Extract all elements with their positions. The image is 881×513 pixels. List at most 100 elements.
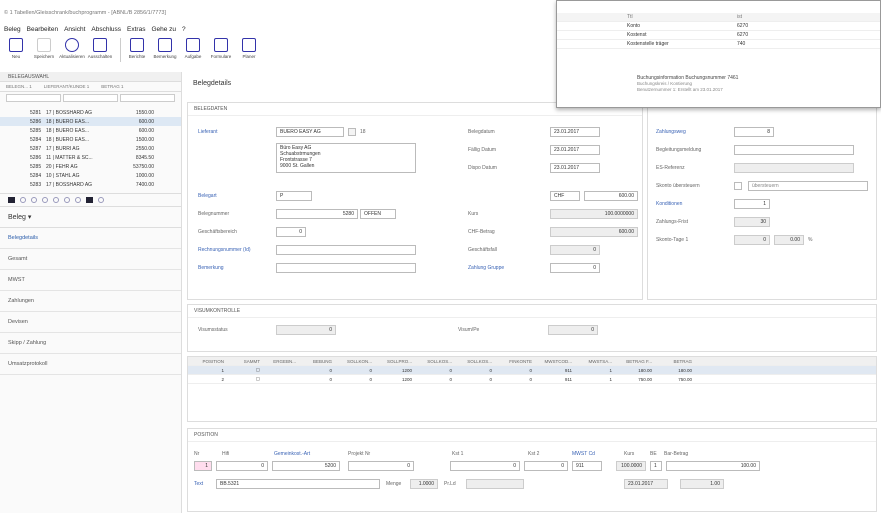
grid-icon[interactable]: [8, 197, 15, 203]
filter-betrag-input[interactable]: [120, 94, 175, 102]
table-row[interactable]: 1 ▢ 0 0 1200 0 0 0 911 1 180.00 180.00: [188, 366, 876, 375]
col-betrag[interactable]: BETRAG 1: [101, 84, 123, 89]
chevron-down-icon[interactable]: ▾: [28, 214, 32, 221]
geschaeftsbereich-field[interactable]: 0: [276, 227, 306, 237]
table-header-cell[interactable]: MWSTCOD...: [536, 359, 576, 364]
list-item[interactable]: 5287 17 | BURRI AG 2550.00: [0, 144, 181, 153]
list-item[interactable]: 5284 10 | STAHL AG 1000.00: [0, 171, 181, 180]
menu-help[interactable]: ?: [182, 26, 186, 33]
list-item[interactable]: 5281 17 | BOSSHARD AG 1550.00: [0, 108, 181, 117]
belegdatum-field[interactable]: 23.01.2017: [550, 127, 600, 137]
faellig-field[interactable]: 23.01.2017: [550, 145, 600, 155]
frist-field[interactable]: 30: [734, 217, 770, 227]
pos-kst1-field[interactable]: 0: [450, 461, 520, 471]
menu-bearbeiten[interactable]: Bearbeiten: [27, 26, 58, 33]
table-row[interactable]: 2 ▢ 0 0 1200 0 0 0 911 1 750.00 750.00: [188, 375, 876, 384]
pos-hifi-field[interactable]: 0: [216, 461, 268, 471]
task-button[interactable]: Aufgabe: [181, 38, 205, 66]
visum-field[interactable]: 0: [276, 325, 336, 335]
zahlungsweg-field[interactable]: 8: [734, 127, 774, 137]
list-item[interactable]: 5285 18 | BUERO EAS... 600.00: [0, 126, 181, 135]
nav-mwst[interactable]: MWST: [0, 270, 181, 291]
lieferant-lookup-button[interactable]: [348, 128, 356, 136]
nav-gesamt[interactable]: Gesamt: [0, 249, 181, 270]
nav-skipp[interactable]: Skipp / Zahlung: [0, 333, 181, 354]
list-item[interactable]: 5286 18 | BUERO EAS... 600.00: [0, 117, 181, 126]
erfasst-field[interactable]: 23.01.2017: [550, 163, 600, 173]
kurs-field[interactable]: 100.0000000: [550, 209, 638, 219]
circle-icon[interactable]: [75, 197, 81, 203]
nav-devisen[interactable]: Devisen: [0, 312, 181, 333]
nav-zahlungen[interactable]: Zahlungen: [0, 291, 181, 312]
off-button[interactable]: Ausschalten: [88, 38, 112, 66]
pos-be-field[interactable]: 1: [650, 461, 662, 471]
filter-icon[interactable]: [53, 197, 59, 203]
nav-umsatzprotokoll[interactable]: Umsatzprotokoll: [0, 354, 181, 375]
pos-betrag-field[interactable]: 100.00: [666, 461, 760, 471]
pos-menge-field[interactable]: 1.0000: [410, 479, 438, 489]
table-header-cell[interactable]: SOLLKOS...: [456, 359, 496, 364]
chf-field[interactable]: 600.00: [550, 227, 638, 237]
filter-lieferant-input[interactable]: [63, 94, 118, 102]
bemerkung-field[interactable]: [276, 263, 416, 273]
table-header-cell[interactable]: SOLLKOS...: [416, 359, 456, 364]
pos-gemeinkost-field[interactable]: 5200: [272, 461, 340, 471]
belegart-field[interactable]: P: [276, 191, 312, 201]
menu-ansicht[interactable]: Ansicht: [64, 26, 85, 33]
table-header-cell[interactable]: BETRAG F...: [616, 359, 656, 364]
skonto-select[interactable]: übersteuern: [748, 181, 868, 191]
menu-beleg[interactable]: Beleg: [4, 26, 21, 33]
es-field[interactable]: [734, 163, 854, 173]
list-item[interactable]: 5286 11 | MATTER & SC... 8345.50: [0, 153, 181, 162]
waehrung-field[interactable]: CHF: [550, 191, 580, 201]
pos-mwst-field[interactable]: 911: [572, 461, 602, 471]
pos-preis-field[interactable]: [466, 479, 524, 489]
refresh-button[interactable]: Aktualisieren: [59, 38, 85, 66]
save-button[interactable]: Speichern: [32, 38, 56, 66]
list-item[interactable]: 5283 17 | BOSSHARD AG 7400.00: [0, 180, 181, 189]
grid-icon[interactable]: [86, 197, 93, 203]
col-lieferant[interactable]: LIEFERANT/KUNDE 1: [44, 84, 90, 89]
form-button[interactable]: Formulare: [209, 38, 233, 66]
lieferant-field[interactable]: BUERO EASY AG: [276, 127, 344, 137]
circle-icon[interactable]: [20, 197, 26, 203]
pos-kst2-field[interactable]: 0: [524, 461, 568, 471]
menu-gehe-zu[interactable]: Gehe zu: [151, 26, 176, 33]
table-header-cell[interactable]: SOLLKON...: [336, 359, 376, 364]
belegnummer-field[interactable]: 5280: [276, 209, 358, 219]
table-header-cell[interactable]: ERGEBN...: [264, 359, 300, 364]
nav-belegdetails[interactable]: Belegdetails: [0, 228, 181, 249]
menu-extras[interactable]: Extras: [127, 26, 145, 33]
geschaeftsfall-field[interactable]: 0: [550, 245, 600, 255]
col-belegnr[interactable]: BELEGN... 1: [6, 84, 32, 89]
table-header-cell[interactable]: POSITION: [188, 359, 228, 364]
rechnungsnummer-field[interactable]: [276, 245, 416, 255]
konditionen-field[interactable]: 1: [734, 199, 770, 209]
table-header-cell[interactable]: SOLLPRO...: [376, 359, 416, 364]
skonto-tage-field[interactable]: 0: [734, 235, 770, 245]
table-header-cell[interactable]: FINKONTE: [496, 359, 536, 364]
filter-belegnr-input[interactable]: [6, 94, 61, 102]
pos-datum-field[interactable]: 23.01.2017: [624, 479, 668, 489]
list-item[interactable]: 5285 20 | FEHR AG 53750.00: [0, 162, 181, 171]
pos-nr-field[interactable]: 1: [194, 461, 212, 471]
circle-icon[interactable]: [98, 197, 104, 203]
pos-kurs-field[interactable]: 100.0000: [616, 461, 646, 471]
note-button[interactable]: Bemerkung: [153, 38, 177, 66]
document-icon[interactable]: ▢: [228, 367, 264, 373]
table-header-cell[interactable]: MWSTSA...: [576, 359, 616, 364]
circle-icon[interactable]: [31, 197, 37, 203]
table-header-cell[interactable]: BETRAG: [656, 359, 696, 364]
table-header-cell[interactable]: BEBUNG: [300, 359, 336, 364]
document-icon[interactable]: ▢: [228, 376, 264, 382]
zahlung-gruppe-field[interactable]: 0: [550, 263, 600, 273]
skonto-checkbox[interactable]: [734, 182, 742, 190]
betrag-field[interactable]: 600.00: [584, 191, 638, 201]
table-header-cell[interactable]: SAMMT: [228, 359, 264, 364]
menu-abschluss[interactable]: Abschluss: [91, 26, 121, 33]
pos-projekt-field[interactable]: 0: [348, 461, 414, 471]
filter-icon[interactable]: [64, 197, 70, 203]
pos-wert-field[interactable]: 1.00: [680, 479, 724, 489]
plan-button[interactable]: Planer: [237, 38, 261, 66]
skonto-pct-field[interactable]: 0.00: [774, 235, 804, 245]
